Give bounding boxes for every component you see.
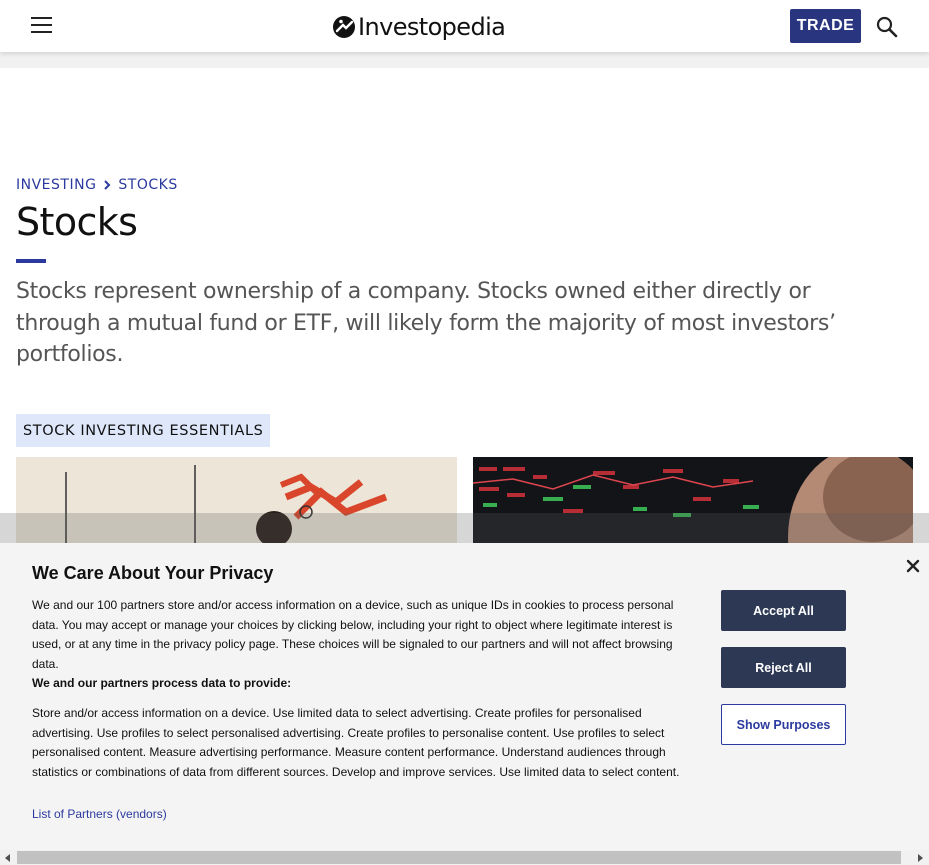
ad-strip: [0, 52, 929, 68]
breadcrumb: INVESTING STOCKS: [16, 177, 178, 193]
reject-all-button[interactable]: Reject All: [721, 647, 846, 688]
chevron-right-icon: [104, 180, 111, 190]
section-tag[interactable]: STOCK INVESTING ESSENTIALS: [16, 414, 271, 447]
breadcrumb-investing[interactable]: INVESTING: [16, 177, 96, 193]
accept-all-button[interactable]: Accept All: [721, 590, 846, 631]
site-logo[interactable]: Investopedia: [332, 11, 506, 43]
page-intro: Stocks represent ownership of a company.…: [16, 279, 836, 367]
close-icon[interactable]: [904, 557, 922, 575]
privacy-title: We Care About Your Privacy: [32, 563, 274, 583]
scrollbar-thumb[interactable]: [17, 851, 901, 864]
privacy-consent-dialog: We Care About Your Privacy We and our 10…: [0, 543, 929, 850]
hamburger-menu-icon[interactable]: [30, 15, 54, 35]
privacy-subheading: We and our partners process data to prov…: [32, 676, 292, 690]
title-underline: [16, 259, 46, 263]
site-header: Investopedia TRADE: [0, 0, 929, 52]
search-icon[interactable]: [876, 16, 898, 38]
trade-button[interactable]: TRADE: [790, 9, 861, 43]
privacy-purposes-list: Store and/or access information on a dev…: [32, 706, 680, 779]
page-title: Stocks: [16, 200, 138, 244]
privacy-description: We and our 100 partners store and/or acc…: [32, 598, 674, 671]
show-purposes-button[interactable]: Show Purposes: [721, 704, 846, 745]
investopedia-logo-icon: [333, 16, 355, 38]
horizontal-scrollbar[interactable]: [0, 850, 929, 865]
overlay-scrim: [0, 513, 929, 547]
breadcrumb-stocks[interactable]: STOCKS: [118, 177, 177, 193]
scroll-left-arrow-icon[interactable]: [5, 854, 10, 862]
partners-list-link[interactable]: List of Partners (vendors): [32, 807, 167, 821]
scroll-right-arrow-icon[interactable]: [918, 854, 923, 862]
logo-text: Investopedia: [358, 13, 506, 41]
